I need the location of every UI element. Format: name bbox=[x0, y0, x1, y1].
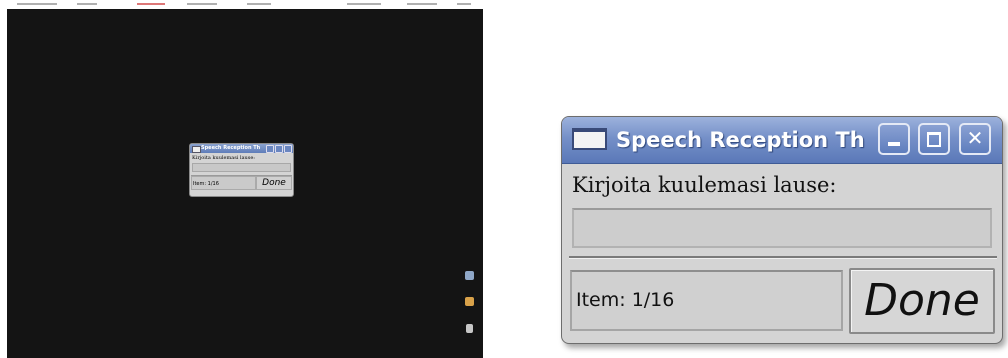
desktop-computer-icon[interactable] bbox=[465, 271, 474, 280]
separator bbox=[569, 256, 997, 259]
thumbnail-answer-input bbox=[192, 163, 291, 172]
done-button[interactable]: Done bbox=[849, 268, 995, 334]
desktop-thumbnail: Speech Reception Th Kirjoita kuulemasi l… bbox=[7, 0, 483, 358]
thumbnail-close-icon bbox=[284, 145, 292, 153]
thumbnail-maximize-icon bbox=[275, 145, 283, 153]
desktop-trash-icon[interactable] bbox=[466, 324, 473, 333]
close-icon[interactable]: ✕ bbox=[959, 123, 991, 155]
desktop-top-strip bbox=[7, 0, 483, 9]
speech-reception-dialog: Speech Reception Th ✕ Kirjoita kuulemasi… bbox=[561, 116, 1003, 344]
item-counter-box: Item: 1/16 bbox=[570, 270, 843, 331]
maximize-icon[interactable] bbox=[918, 123, 950, 155]
minimize-icon[interactable] bbox=[878, 123, 910, 155]
thumbnail-done-button: Done bbox=[256, 176, 292, 190]
thumbnail-app-icon bbox=[192, 146, 201, 153]
thumbnail-minimize-icon bbox=[266, 145, 274, 153]
titlebar[interactable]: Speech Reception Th ✕ bbox=[562, 117, 1002, 164]
prompt-label: Kirjoita kuulemasi lause: bbox=[572, 173, 837, 197]
thumbnail-item-label: Item: 1/16 bbox=[191, 176, 256, 190]
desktop-home-folder-icon[interactable] bbox=[465, 297, 474, 306]
app-window-icon bbox=[572, 128, 607, 150]
item-counter: Item: 1/16 bbox=[576, 289, 675, 311]
thumbnail-title: Speech Reception Th bbox=[201, 145, 261, 151]
window-title: Speech Reception Th bbox=[616, 128, 865, 152]
thumbnail-titlebar: Speech Reception Th bbox=[190, 144, 293, 153]
answer-input[interactable] bbox=[572, 208, 992, 248]
thumbnail-dialog: Speech Reception Th Kirjoita kuulemasi l… bbox=[189, 143, 294, 197]
